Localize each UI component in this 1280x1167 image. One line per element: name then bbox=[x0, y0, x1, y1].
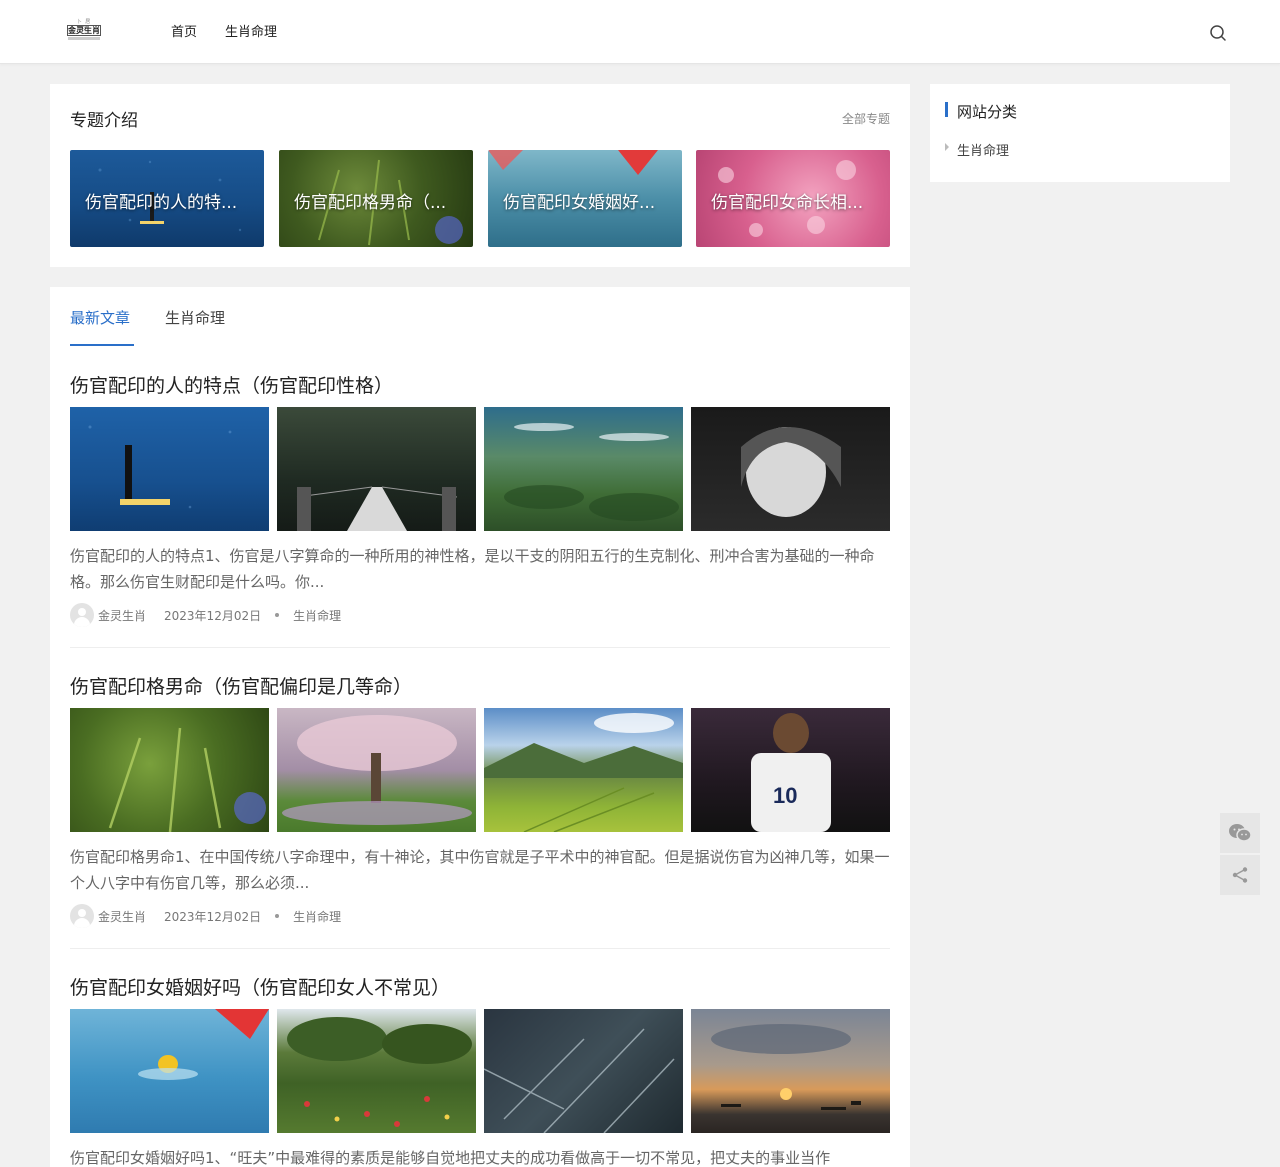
article-list: 最新文章 生肖命理 伤官配印的人的特点（伤官配印性格） 伤官配印的人的特点1、伤… bbox=[50, 287, 910, 1167]
article-title[interactable]: 伤官配印格男命（伤官配偏印是几等命） bbox=[70, 672, 412, 699]
article-author[interactable]: 金灵生肖 bbox=[98, 607, 146, 624]
article-date: 2023年12月02日 bbox=[164, 909, 262, 924]
topic-card[interactable]: 伤官配印女婚姻好... bbox=[488, 150, 682, 247]
avatar bbox=[70, 904, 94, 928]
article-date: 2023年12月02日 bbox=[164, 608, 262, 623]
article-thumbnail[interactable] bbox=[484, 708, 683, 832]
wechat-icon[interactable] bbox=[1220, 813, 1260, 853]
article-meta: 金灵生肖 2023年12月02日 生肖命理 bbox=[70, 904, 341, 928]
article-divider bbox=[70, 948, 890, 949]
site-header: 卜 居 之 金灵生肖 首页 生肖命理 bbox=[0, 0, 1280, 64]
logo-sub-line bbox=[68, 37, 100, 40]
active-tab-indicator bbox=[70, 344, 134, 346]
topic-section-title: 专题介绍 bbox=[70, 111, 138, 131]
article-thumbnail[interactable]: 10 bbox=[691, 708, 890, 832]
article-author[interactable]: 金灵生肖 bbox=[98, 908, 146, 925]
topic-card[interactable]: 伤官配印的人的特... bbox=[70, 150, 264, 247]
article-category[interactable]: 生肖命理 bbox=[293, 908, 341, 925]
article-thumbnail[interactable] bbox=[277, 407, 476, 531]
article-thumbnail[interactable] bbox=[484, 1009, 683, 1133]
article-title[interactable]: 伤官配印的人的特点（伤官配印性格） bbox=[70, 371, 393, 398]
avatar bbox=[70, 603, 94, 627]
article-meta: 金灵生肖 2023年12月02日 生肖命理 bbox=[70, 603, 341, 627]
article-divider bbox=[70, 647, 890, 648]
site-logo[interactable]: 卜 居 之 金灵生肖 bbox=[66, 18, 102, 42]
sidebar-title: 网站分类 bbox=[957, 103, 1018, 121]
tab-latest[interactable]: 最新文章 bbox=[70, 307, 130, 328]
article-category[interactable]: 生肖命理 bbox=[293, 607, 341, 624]
article-title[interactable]: 伤官配印女婚姻好吗（伤官配印女人不常见） bbox=[70, 973, 450, 1000]
logo-top-text: 卜 居 之 bbox=[76, 19, 92, 32]
nav-home[interactable]: 首页 bbox=[171, 23, 197, 43]
main-nav: 首页 生肖命理 bbox=[171, 23, 305, 43]
article-thumbnail[interactable] bbox=[691, 407, 890, 531]
logo-main-text: 金灵生肖 bbox=[67, 25, 101, 36]
sidebar-item-zodiac[interactable]: 生肖命理 bbox=[957, 140, 1009, 159]
topic-card-label: 伤官配印的人的特... bbox=[85, 193, 238, 213]
article-thumbnail[interactable] bbox=[484, 407, 683, 531]
topic-card[interactable]: 伤官配印女命长相... bbox=[696, 150, 890, 247]
article-thumbnail[interactable] bbox=[70, 407, 269, 531]
topic-card-label: 伤官配印格男命（... bbox=[294, 193, 447, 213]
svg-text:10: 10 bbox=[773, 783, 797, 808]
topic-card-label: 伤官配印女命长相... bbox=[711, 193, 864, 213]
search-icon[interactable] bbox=[1209, 24, 1227, 42]
sidebar-categories: 网站分类 生肖命理 bbox=[930, 84, 1230, 182]
article-thumbnail[interactable] bbox=[691, 1009, 890, 1133]
topic-card-label: 伤官配印女婚姻好... bbox=[503, 193, 656, 213]
article-thumbnail[interactable] bbox=[70, 708, 269, 832]
meta-separator bbox=[275, 914, 280, 918]
article-thumbnail[interactable] bbox=[277, 708, 476, 832]
article-thumbnail[interactable] bbox=[277, 1009, 476, 1133]
topic-section: 专题介绍 全部专题 伤官配印的人的特... 伤官配印格男命（... 伤官配印女婚… bbox=[50, 84, 910, 267]
article-excerpt: 伤官配印女婚姻好吗1、“旺夫”中最难得的素质是能够自觉地把丈夫的成功看做高于一切… bbox=[70, 1149, 831, 1167]
topic-card[interactable]: 伤官配印格男命（... bbox=[279, 150, 473, 247]
sidebar-title-accent bbox=[945, 102, 948, 117]
all-topics-link[interactable]: 全部专题 bbox=[842, 110, 890, 127]
article-thumbnail[interactable] bbox=[70, 1009, 269, 1133]
meta-separator bbox=[275, 613, 280, 617]
caret-right-icon bbox=[945, 143, 949, 151]
nav-zodiac[interactable]: 生肖命理 bbox=[225, 23, 277, 43]
article-excerpt: 伤官配印的人的特点1、伤官是八字算命的一种所用的神性格，是以干支的阴阳五行的生克… bbox=[70, 547, 875, 591]
article-excerpt: 伤官配印格男命1、在中国传统八字命理中，有十神论，其中伤官就是子平术中的神官配。… bbox=[70, 848, 890, 892]
tab-zodiac[interactable]: 生肖命理 bbox=[165, 307, 225, 328]
share-icon[interactable] bbox=[1220, 855, 1260, 895]
